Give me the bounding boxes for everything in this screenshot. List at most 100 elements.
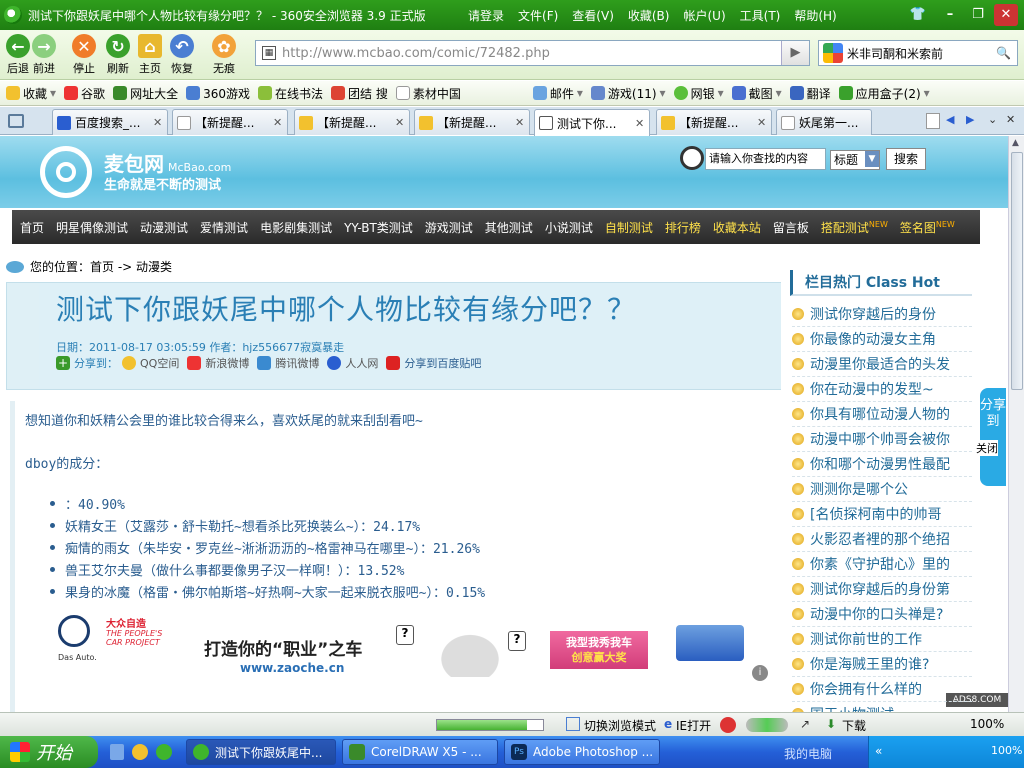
tab-reminder-2[interactable]: 【新提醒... ✕: [294, 109, 410, 135]
sidebar-item[interactable]: 测试你前世的工作: [792, 627, 972, 652]
site-search-button[interactable]: 搜索: [886, 148, 926, 170]
arrow-icon[interactable]: ↗: [800, 717, 810, 731]
switch-mode-button[interactable]: 切换浏览模式: [584, 717, 656, 734]
forward-button[interactable]: → 前进: [26, 32, 62, 76]
sidebar-item[interactable]: 国王小物测试: [792, 702, 972, 712]
fav-tuanjie[interactable]: 团结 搜: [331, 85, 388, 102]
fav-mail[interactable]: 邮件 ▾: [532, 85, 583, 102]
sidebar-item[interactable]: 动漫中哪个帅哥会被你: [792, 427, 972, 452]
home-button[interactable]: ⌂ 主页: [132, 32, 168, 76]
close-tab-icon[interactable]: ✕: [153, 116, 167, 129]
share-renren[interactable]: 人人网: [345, 355, 378, 371]
nav-yybt[interactable]: YY-BT类测试: [344, 219, 413, 236]
tray-arrow-icon[interactable]: «: [875, 744, 882, 758]
sidebar-item[interactable]: 你是海贼王里的谁?: [792, 652, 972, 677]
sidebar-item[interactable]: 动漫中你的口头禅是?: [792, 602, 972, 627]
nav-match[interactable]: 搭配测试NEW: [821, 219, 888, 236]
menu-help[interactable]: 帮助(H): [794, 7, 836, 24]
tab-reminder-1[interactable]: 【新提醒... ✕: [172, 109, 288, 135]
nav-home[interactable]: 首页: [20, 219, 44, 236]
menu-view[interactable]: 查看(V): [572, 7, 614, 24]
quick-launch-icon[interactable]: [110, 744, 124, 760]
ie-open-button[interactable]: IE打开: [676, 717, 711, 734]
tab-reminder-3[interactable]: 【新提醒... ✕: [414, 109, 530, 135]
fav-google[interactable]: 谷歌: [64, 85, 105, 102]
fav-360game[interactable]: 360游戏: [186, 85, 250, 102]
nav-novel[interactable]: 小说测试: [545, 219, 593, 236]
browser-search-box[interactable]: 米非司酮和米索前 🔍: [818, 40, 1018, 66]
task-photoshop[interactable]: Ps Adobe Photoshop ...: [504, 739, 660, 765]
fav-collection[interactable]: 收藏 ▾: [6, 85, 56, 102]
close-icon[interactable]: ✕: [1006, 113, 1015, 126]
menu-favorites[interactable]: 收藏(B): [628, 7, 670, 24]
quick-launch-icon[interactable]: [132, 744, 148, 760]
skin-icon[interactable]: 👕: [906, 4, 930, 26]
nav-signature[interactable]: 签名图NEW: [900, 219, 955, 236]
new-tab-icon[interactable]: [926, 113, 940, 129]
renren-icon[interactable]: [327, 356, 342, 370]
sidebar-item[interactable]: 你会拥有什么样的: [792, 677, 972, 702]
share-tencent[interactable]: 腾讯微博: [275, 355, 319, 371]
restore-button[interactable]: ↶ 恢复: [164, 32, 200, 76]
nav-movie[interactable]: 电影剧集测试: [260, 219, 332, 236]
nav-game[interactable]: 游戏测试: [425, 219, 473, 236]
baidu-tieba-icon[interactable]: [386, 356, 401, 370]
fav-calligraphy[interactable]: 在线书法: [257, 85, 323, 102]
quick-launch-icon[interactable]: [156, 744, 172, 760]
sidebar-item[interactable]: 你素《守护甜心》里的: [792, 552, 972, 577]
share-tieba[interactable]: 分享到百度贴吧: [404, 355, 481, 371]
fav-games[interactable]: 游戏(11) ▾: [590, 85, 666, 102]
address-bar[interactable]: ▦ http://www.mcbao.com/comic/72482.php ▶: [255, 40, 810, 66]
tab-list-icon[interactable]: [8, 114, 24, 128]
zoom-level[interactable]: 100%: [970, 717, 1004, 731]
vertical-scrollbar[interactable]: ▲: [1008, 136, 1024, 712]
vw-banner-ad[interactable]: Das Auto. 大众自造 THE PEOPLE'S CAR PROJECT …: [50, 609, 772, 694]
nav-other[interactable]: 其他测试: [485, 219, 533, 236]
qzone-icon[interactable]: [122, 356, 136, 370]
info-icon[interactable]: i: [752, 665, 768, 681]
fav-hao[interactable]: 网址大全: [113, 85, 178, 102]
task-browser[interactable]: 测试下你跟妖尾中...: [186, 739, 336, 765]
share-qzone[interactable]: QQ空间: [140, 355, 179, 371]
sidebar-item[interactable]: 你和哪个动漫男性最配: [792, 452, 972, 477]
nav-anime[interactable]: 动漫测试: [140, 219, 188, 236]
chevron-down-icon[interactable]: ⌄: [988, 113, 997, 126]
sidebar-item[interactable]: 你具有哪位动漫人物的: [792, 402, 972, 427]
tab-scroll-left-icon[interactable]: ◀: [946, 113, 954, 126]
tab-baidu[interactable]: 百度搜索_... ✕: [52, 109, 168, 135]
close-tab-icon[interactable]: ✕: [635, 117, 649, 130]
menu-account[interactable]: 帐户(U): [683, 7, 725, 24]
scroll-up-icon[interactable]: ▲: [1012, 138, 1019, 148]
refresh-button[interactable]: ↻ 刷新: [100, 32, 136, 76]
fav-screenshot[interactable]: 截图 ▾: [731, 85, 782, 102]
tab-active-test[interactable]: 测试下你... ✕: [534, 109, 650, 136]
weibo-icon[interactable]: [187, 356, 202, 370]
stop-button[interactable]: ✕ 停止: [66, 32, 102, 76]
close-button[interactable]: ✕: [994, 4, 1018, 26]
menu-login[interactable]: 请登录: [468, 7, 504, 24]
floating-share-tab[interactable]: 分享到: [980, 388, 1006, 486]
tencent-weibo-icon[interactable]: [257, 356, 272, 370]
download-button[interactable]: 下载: [842, 717, 866, 734]
close-tab-icon[interactable]: ✕: [273, 116, 287, 129]
task-coreldraw[interactable]: CorelDRAW X5 - ...: [342, 739, 498, 765]
nav-star[interactable]: 明星偶像测试: [56, 219, 128, 236]
tab-reminder-4[interactable]: 【新提醒... ✕: [656, 109, 772, 135]
incognito-button[interactable]: ✿ 无痕: [206, 32, 242, 76]
sidebar-item[interactable]: 你最像的动漫女主角: [792, 327, 972, 352]
menu-tools[interactable]: 工具(T): [740, 7, 781, 24]
sidebar-item[interactable]: 测测你是哪个公: [792, 477, 972, 502]
sidebar-item[interactable]: 测试你穿越后的身份第: [792, 577, 972, 602]
search-icon[interactable]: 🔍: [996, 46, 1011, 60]
ad-cta[interactable]: 我型我秀我车 创意赢大奖: [550, 631, 648, 669]
site-search-input[interactable]: 请输入你查找的内容: [705, 148, 826, 170]
start-button[interactable]: 开始: [0, 736, 98, 768]
tab-scroll-right-icon[interactable]: ▶: [966, 113, 974, 126]
tab-fairytail[interactable]: 妖尾第一...: [776, 109, 872, 135]
nav-guestbook[interactable]: 留言板: [773, 219, 809, 236]
floating-share-close[interactable]: 关闭: [976, 440, 998, 456]
sidebar-item[interactable]: [名侦探柯南中的帅哥: [792, 502, 972, 527]
sidebar-item[interactable]: 你在动漫中的发型~: [792, 377, 972, 402]
toggle-icon[interactable]: [746, 718, 788, 732]
scroll-thumb[interactable]: [1011, 152, 1023, 390]
